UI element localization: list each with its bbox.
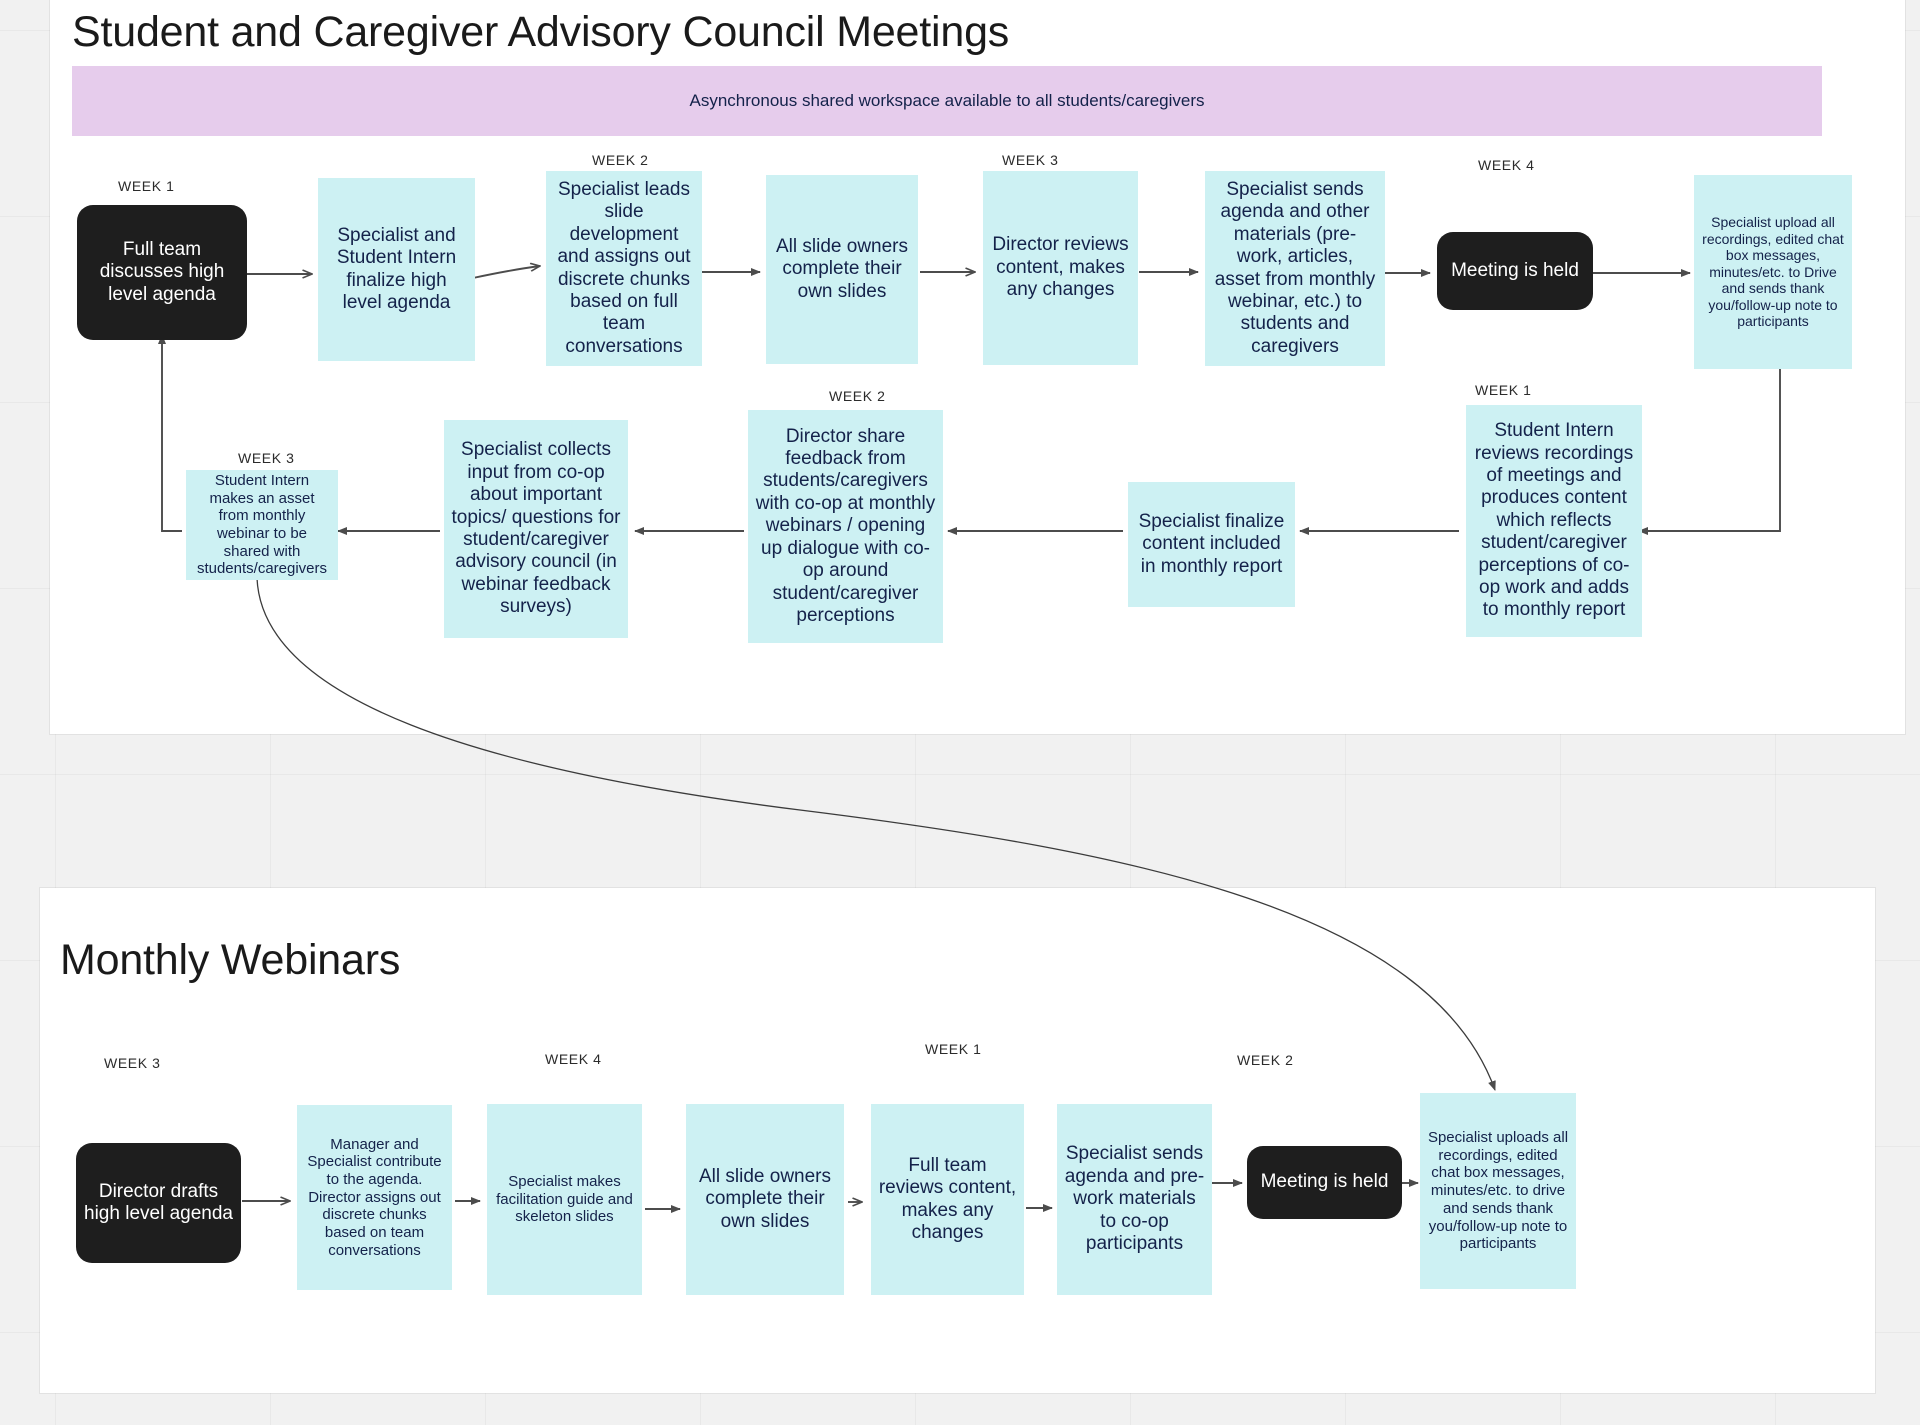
node-label: Specialist finalize content included in … [1138,510,1285,577]
page-title-council: Student and Caregiver Advisory Council M… [72,8,1010,56]
shared-workspace-banner-label: Asynchronous shared workspace available … [689,91,1205,110]
node-label: Meeting is held [1260,1171,1389,1193]
node-director-drafts-agenda[interactable]: Director drafts high level agenda [76,1143,241,1263]
node-label: Director drafts high level agenda [84,1180,233,1224]
node-specialist-leads-slide-development[interactable]: Specialist leads slide development and a… [546,171,702,366]
node-label: Manager and Specialist contribute to the… [307,1135,442,1259]
node-label: Full team reviews content, makes any cha… [878,1154,1017,1243]
node-full-team-discusses-agenda[interactable]: Full team discusses high level agenda [77,205,247,340]
week-label-w1: WEEK 3 [104,1055,161,1071]
node-full-team-reviews-content[interactable]: Full team reviews content, makes any cha… [871,1104,1024,1295]
node-label: All slide owners complete their own slid… [699,1165,831,1232]
node-meeting-is-held-webinar[interactable]: Meeting is held [1247,1146,1402,1219]
week-label-c3: WEEK 2 [592,152,649,168]
node-label: Specialist and Student Intern finalize h… [336,224,457,313]
node-label: Specialist sends agenda and pre-work mat… [1064,1143,1205,1255]
node-slide-owners-complete-slides-webinar[interactable]: All slide owners complete their own slid… [686,1104,844,1295]
week-label-w7: WEEK 2 [1237,1052,1294,1068]
node-label: Specialist uploads all recordings, edite… [1427,1129,1569,1253]
node-director-reviews-content-council[interactable]: Director reviews content, makes any chan… [983,171,1138,365]
week-label-c1: WEEK 1 [118,178,175,194]
node-slide-owners-complete-slides-council[interactable]: All slide owners complete their own slid… [766,175,918,364]
week-label-w5: WEEK 1 [925,1041,982,1057]
node-label: Student Intern makes an asset from month… [196,471,328,578]
node-specialist-sends-agenda-prework[interactable]: Specialist sends agenda and pre-work mat… [1057,1104,1212,1295]
node-label: Specialist makes facilitation guide and … [496,1172,633,1226]
week-label-c7: WEEK 4 [1478,157,1535,173]
node-specialist-uploads-recordings-webinar[interactable]: Specialist uploads all recordings, edite… [1420,1093,1576,1289]
node-student-intern-reviews-recordings[interactable]: Student Intern reviews recordings of mee… [1466,405,1642,637]
week-label-w3: WEEK 4 [545,1051,602,1067]
week-label-c13: WEEK 3 [238,450,295,466]
node-director-shares-feedback[interactable]: Director share feedback from students/ca… [748,410,943,643]
node-label: Director reviews content, makes any chan… [992,234,1129,301]
week-label-c5: WEEK 3 [1002,152,1059,168]
node-label: Specialist leads slide development and a… [557,178,691,357]
node-label: Full team discusses high level agenda [99,238,225,305]
node-manager-specialist-contribute[interactable]: Manager and Specialist contribute to the… [297,1105,452,1290]
node-specialist-collects-input[interactable]: Specialist collects input from co-op abo… [444,420,628,638]
node-meeting-is-held-council[interactable]: Meeting is held [1437,232,1593,310]
node-label: All slide owners complete their own slid… [776,235,908,302]
node-label: Specialist upload all recordings, edited… [1702,214,1844,330]
node-label: Specialist sends agenda and other materi… [1214,178,1376,357]
node-label: Student Intern reviews recordings of mee… [1474,420,1634,621]
node-specialist-finalize-content[interactable]: Specialist finalize content included in … [1128,482,1295,607]
week-label-c9: WEEK 1 [1475,382,1532,398]
shared-workspace-banner: Asynchronous shared workspace available … [72,66,1822,136]
node-label: Meeting is held [1451,259,1579,281]
node-label: Specialist collects input from co-op abo… [451,439,621,618]
node-specialist-sends-agenda-materials[interactable]: Specialist sends agenda and other materi… [1205,171,1385,366]
node-specialist-facilitation-guide[interactable]: Specialist makes facilitation guide and … [487,1104,642,1295]
node-student-intern-makes-asset[interactable]: Student Intern makes an asset from month… [186,470,338,580]
node-specialist-intern-finalize-agenda[interactable]: Specialist and Student Intern finalize h… [318,178,475,361]
page-title-webinars: Monthly Webinars [60,936,401,984]
node-specialist-uploads-recordings-council[interactable]: Specialist upload all recordings, edited… [1694,175,1852,369]
week-label-c11: WEEK 2 [829,388,886,404]
node-label: Director share feedback from students/ca… [755,425,936,626]
